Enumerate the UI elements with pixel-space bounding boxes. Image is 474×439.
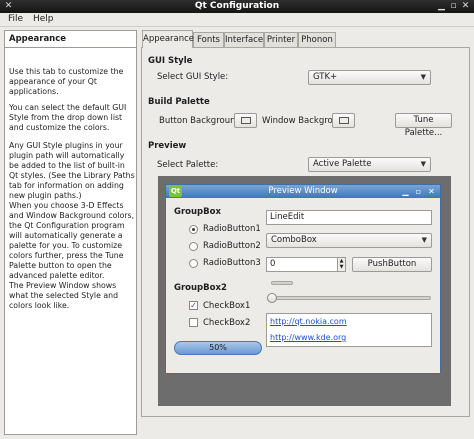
tab-fonts[interactable]: Fonts <box>193 32 224 47</box>
preview-window: Qt Preview Window ▁ ▫ ✕ GroupBox RadioBu… <box>165 184 441 374</box>
groupbox2-title: GroupBox2 <box>174 283 227 293</box>
spin-down-icon[interactable]: ▼ <box>337 264 345 271</box>
chevron-down-icon: ▼ <box>420 73 426 81</box>
tab-printer[interactable]: Printer <box>264 32 298 47</box>
preview-window-title: Preview Window <box>268 186 338 196</box>
link-qt[interactable]: http://qt.nokia.com <box>270 317 347 326</box>
checkbox-1[interactable]: ✓ <box>189 301 198 310</box>
close-icon[interactable]: ✕ <box>460 1 471 12</box>
gui-style-combo[interactable]: GTK+ ▼ <box>308 70 431 85</box>
groupbox-title: GroupBox <box>174 207 221 217</box>
button-background-label: Button Background: <box>159 116 244 126</box>
preview-window-title-bar: Qt Preview Window ▁ ▫ ✕ <box>166 185 440 198</box>
status-bar <box>0 420 474 439</box>
text-browser[interactable]: http://qt.nokia.com http://www.kde.org <box>266 313 432 347</box>
menu-help[interactable]: Help <box>33 13 54 26</box>
maximize-icon[interactable]: ▫ <box>448 1 459 12</box>
tab-appearance[interactable]: Appearance <box>142 30 194 48</box>
spin-box[interactable]: 0 ▲ ▼ <box>266 257 346 272</box>
tab-phonon[interactable]: Phonon <box>298 32 336 47</box>
radio-button-3-label: RadioButton3 <box>203 258 261 268</box>
line-edit[interactable]: LineEdit <box>266 210 432 225</box>
slider-track[interactable] <box>271 296 431 300</box>
radio-button-2-label: RadioButton2 <box>203 241 261 251</box>
select-palette-value: Active Palette <box>313 159 372 169</box>
gui-style-value: GTK+ <box>313 72 338 82</box>
minimize-icon[interactable]: ▁ <box>436 1 447 12</box>
gui-style-label: Select GUI Style: <box>157 72 229 82</box>
tab-interface[interactable]: Interface <box>224 32 264 47</box>
link-kde[interactable]: http://www.kde.org <box>270 333 346 342</box>
chevron-down-icon: ▼ <box>421 236 427 244</box>
close-icon[interactable]: ✕ <box>426 186 437 197</box>
preview-heading: Preview <box>148 141 187 151</box>
push-button[interactable]: PushButton <box>352 257 432 272</box>
minimize-icon[interactable]: ▁ <box>400 186 411 197</box>
scrollbar[interactable] <box>271 281 293 285</box>
progress-bar: 50% <box>174 341 262 355</box>
help-title: Appearance <box>9 34 67 44</box>
color-swatch <box>241 117 251 124</box>
menu-file[interactable]: File <box>8 13 23 26</box>
slider-handle[interactable] <box>267 293 277 303</box>
help-paragraph: Use this tab to customize the appearance… <box>9 67 124 96</box>
checkbox-1-label: CheckBox1 <box>203 301 251 311</box>
window-background-color-button[interactable] <box>332 113 355 128</box>
radio-button-3[interactable] <box>189 259 198 268</box>
help-paragraph: The Preview Window shows what the select… <box>9 281 119 310</box>
button-background-color-button[interactable] <box>234 113 257 128</box>
color-swatch <box>339 117 349 124</box>
spin-box-value: 0 <box>270 259 276 269</box>
title-bar[interactable]: ✕ Qt Configuration ▁ ▫ ✕ <box>0 0 474 13</box>
select-palette-label: Select Palette: <box>157 160 219 170</box>
help-paragraph: You can select the default GUI Style fro… <box>9 103 127 132</box>
tune-palette-button[interactable]: Tune Palette... <box>395 113 452 138</box>
checkbox-2-label: CheckBox2 <box>203 318 251 328</box>
menu-bar: File Help <box>0 13 474 27</box>
combo-box-value: ComboBox <box>271 235 317 245</box>
build-palette-heading: Build Palette <box>148 97 210 107</box>
combo-box[interactable]: ComboBox ▼ <box>266 233 432 248</box>
help-paragraph: When you choose 3-D Effects and Window B… <box>9 201 135 280</box>
help-paragraph: Any GUI Style plugins in your plugin pat… <box>9 141 135 200</box>
gui-style-heading: GUI Style <box>148 56 193 66</box>
chevron-down-icon: ▼ <box>420 160 426 168</box>
radio-button-2[interactable] <box>189 242 198 251</box>
window-background-label: Window Backgrou <box>262 116 339 126</box>
window-title: Qt Configuration <box>194 1 280 11</box>
help-divider <box>5 47 136 48</box>
radio-button-1-label: RadioButton1 <box>203 224 261 234</box>
help-panel: Appearance Use this tab to customize the… <box>4 30 137 435</box>
checkbox-2[interactable] <box>189 318 198 327</box>
maximize-icon[interactable]: ▫ <box>413 186 424 197</box>
radio-button-1[interactable] <box>189 225 198 234</box>
select-palette-combo[interactable]: Active Palette ▼ <box>308 157 431 172</box>
